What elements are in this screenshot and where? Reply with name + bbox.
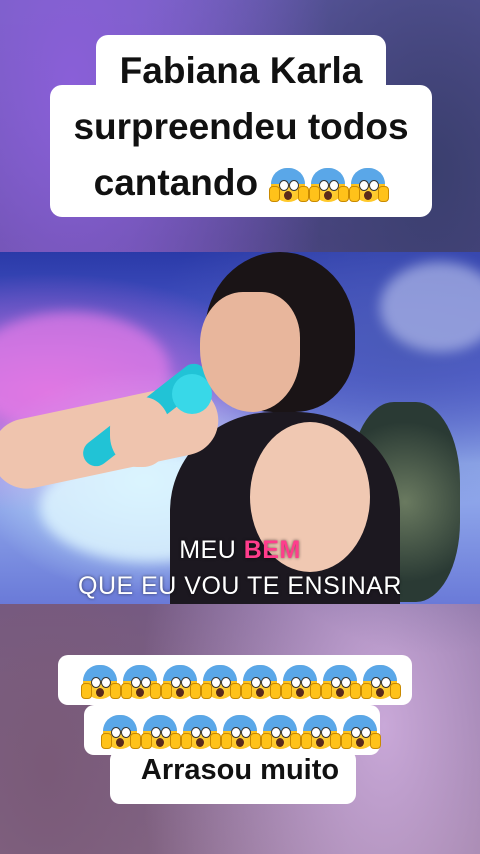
karaoke-line-1-highlight: BEM bbox=[243, 536, 301, 564]
caption-line-3-text: cantando bbox=[93, 162, 259, 203]
top-caption-text: Fabiana Karla surpreendeu todos cantando bbox=[50, 43, 432, 211]
screaming-face-icon bbox=[81, 663, 121, 701]
screaming-face-icon bbox=[161, 663, 201, 701]
screaming-face-icon bbox=[121, 663, 161, 701]
video-frame[interactable]: MEU BEM QUE EU VOU TE ENSINAR bbox=[0, 252, 480, 604]
karaoke-line-2: QUE EU VOU TE ENSINAR bbox=[78, 572, 402, 600]
singer-face bbox=[200, 292, 300, 412]
karaoke-line-1-plain: MEU bbox=[179, 536, 244, 564]
screaming-face-icon bbox=[281, 663, 321, 701]
screaming-face-icon bbox=[221, 713, 261, 751]
karaoke-line-1: MEU BEM bbox=[0, 536, 480, 565]
emoji-row-1 bbox=[0, 660, 480, 701]
screaming-face-icon bbox=[361, 663, 401, 701]
singer-hand bbox=[110, 397, 170, 467]
top-caption-card: Fabiana Karla surpreendeu todos cantando bbox=[50, 35, 432, 217]
screaming-face-icon bbox=[261, 713, 301, 751]
screaming-face-icon bbox=[349, 166, 390, 204]
bottom-caption: Arrasou muito bbox=[140, 754, 340, 786]
screaming-face-icon bbox=[141, 713, 181, 751]
emoji-row-2 bbox=[0, 710, 480, 751]
screaming-face-icon bbox=[241, 663, 281, 701]
screaming-face-icon bbox=[269, 166, 310, 204]
screaming-face-icon bbox=[101, 713, 141, 751]
screaming-face-icon bbox=[341, 713, 381, 751]
screaming-face-icon bbox=[321, 663, 361, 701]
caption-line-2: surpreendeu todos bbox=[73, 106, 409, 147]
caption-emoji-group bbox=[268, 162, 390, 204]
post-frame: Fabiana Karla surpreendeu todos cantando… bbox=[0, 0, 480, 854]
screaming-face-icon bbox=[201, 663, 241, 701]
screaming-face-icon bbox=[309, 166, 350, 204]
stage-light bbox=[380, 262, 480, 352]
screaming-face-icon bbox=[181, 713, 221, 751]
screaming-face-icon bbox=[301, 713, 341, 751]
caption-line-3: cantando bbox=[50, 155, 432, 211]
caption-line-1: Fabiana Karla bbox=[119, 50, 363, 91]
